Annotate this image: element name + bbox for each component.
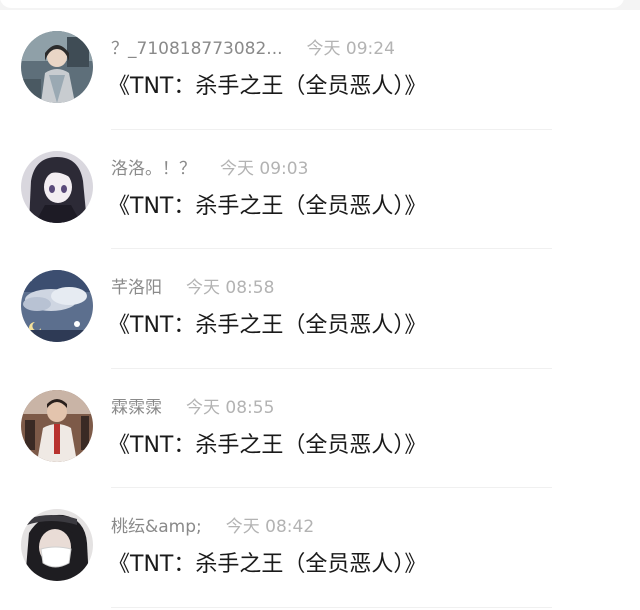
search-pill [0, 0, 624, 8]
comment-text: 《TNT：杀手之王（全员恶人）》 [108, 432, 427, 458]
divider [111, 606, 552, 608]
comment-text: 《TNT：杀手之王（全员恶人）》 [108, 74, 427, 99]
timestamp: 今天 09:03 [220, 158, 309, 179]
avatar[interactable] [21, 509, 93, 582]
timestamp: 今天 08:55 [186, 397, 275, 418]
comment-list: ？_710818773082... 今天 09:24 《TNT：杀手之王（全员恶人… [0, 10, 640, 608]
timestamp: 今天 08:58 [186, 278, 275, 299]
comment-meta: 芊洛阳 今天 08:58 [111, 277, 274, 299]
comment-item[interactable]: 霖霂霂 今天 08:55 《TNT：杀手之王（全员恶人）》 [0, 369, 640, 489]
avatar-portrait-icon [21, 31, 93, 103]
username[interactable]: ？_710818773082... [111, 39, 283, 59]
comment-text: 《TNT：杀手之王（全员恶人）》 [108, 552, 427, 578]
comment-meta: ？_710818773082... 今天 09:24 [111, 38, 395, 60]
comment-item[interactable]: ？_710818773082... 今天 09:24 《TNT：杀手之王（全员恶人… [0, 10, 640, 130]
timestamp: 今天 08:42 [225, 517, 315, 538]
avatar[interactable] [21, 270, 93, 343]
comment-text: 《TNT：杀手之王（全员恶人）》 [108, 313, 427, 339]
top-search-bar-edge [0, 0, 640, 10]
avatar-anime-girl-icon [21, 150, 93, 223]
avatar-night-sky-icon [21, 270, 93, 343]
comment-text: 《TNT：杀手之王（全员恶人）》 [108, 193, 427, 219]
avatar[interactable] [21, 389, 93, 462]
avatar[interactable] [21, 31, 93, 103]
avatar[interactable] [21, 150, 93, 223]
comment-item[interactable]: 洛洛。！？ 今天 09:03 《TNT：杀手之王（全员恶人）》 [0, 130, 640, 250]
timestamp: 今天 09:24 [306, 39, 395, 59]
comment-item[interactable]: 桃纭&amp; 今天 08:42 《TNT：杀手之王（全员恶人）》 [0, 488, 640, 608]
avatar-boy-photo-icon [21, 389, 93, 462]
username[interactable]: 霖霂霂 [111, 398, 162, 418]
comment-item[interactable]: 芊洛阳 今天 08:58 《TNT：杀手之王（全员恶人）》 [0, 249, 640, 369]
avatar-masked-person-icon [21, 509, 93, 582]
username[interactable]: 洛洛。！？ [111, 159, 196, 179]
comment-meta: 霖霂霂 今天 08:55 [111, 397, 274, 419]
username[interactable]: 芊洛阳 [111, 278, 162, 298]
comment-meta: 洛洛。！？ 今天 09:03 [111, 158, 308, 180]
username[interactable]: 桃纭&amp; [111, 517, 202, 537]
comment-meta: 桃纭&amp; 今天 08:42 [111, 516, 314, 538]
